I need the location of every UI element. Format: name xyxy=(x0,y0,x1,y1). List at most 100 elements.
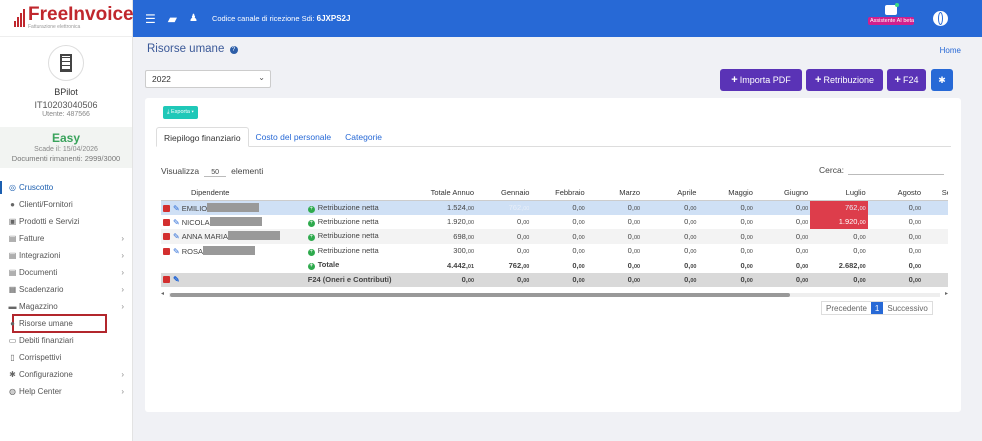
scroll-right-icon[interactable]: ▸ xyxy=(945,290,948,297)
amount-cell[interactable]: 0,00 xyxy=(698,229,755,244)
amount-cell[interactable]: 0,00 xyxy=(531,229,587,244)
sidebar-item-scadenzario[interactable]: ▦ Scadenzario › xyxy=(0,281,132,298)
amount-cell[interactable]: 0,00 xyxy=(476,229,532,244)
tab-categorie[interactable]: Categorie xyxy=(338,127,389,147)
amount-cell[interactable]: 0,00 xyxy=(642,244,698,259)
edit-icon[interactable]: ✎ xyxy=(173,247,180,256)
table-row[interactable]: ✎ NICOLA + Retribuzione netta 1.920,00 0,00 0,… xyxy=(161,214,948,230)
brand-logo[interactable]: FreeInvoice Fatturazione elettronica xyxy=(0,0,134,37)
amount-cell[interactable]: 0,00 xyxy=(755,244,810,259)
bell-icon[interactable]: ♟ xyxy=(189,13,198,24)
amount-cell[interactable]: 0,00 xyxy=(642,215,698,230)
column-header[interactable]: Dipendente xyxy=(161,186,306,201)
pagination-current-page[interactable]: 1 xyxy=(870,302,884,314)
amount-cell[interactable]: 0,00 xyxy=(810,229,868,244)
f24-button[interactable]: + F24 xyxy=(887,69,926,91)
add-circle-icon[interactable]: + xyxy=(307,205,315,213)
amount-cell[interactable]: 0,00 xyxy=(698,200,755,215)
sidebar-item-clienti-fornitori[interactable]: ● Clienti/Fornitori xyxy=(0,196,132,213)
language-globe-icon[interactable] xyxy=(933,11,948,26)
help-icon[interactable]: ? xyxy=(229,46,238,54)
tab-costo-del-personale[interactable]: Costo del personale xyxy=(249,127,339,147)
column-header[interactable]: Aprile xyxy=(642,186,699,201)
table-row[interactable]: ✎ ROSA + Retribuzione netta 300,00 0,00 0,00 0,… xyxy=(161,244,948,259)
edit-icon[interactable]: ✎ xyxy=(173,275,180,284)
export-button[interactable]: ⤓ Esporta ▾ xyxy=(163,106,198,119)
amount-cell[interactable]: 0,00 xyxy=(587,215,642,230)
sidebar-item-configurazione[interactable]: ✱ Configurazione › xyxy=(0,366,132,383)
column-header[interactable]: Totale Annuo xyxy=(417,186,477,201)
horizontal-scrollbar[interactable]: ◂ ▸ xyxy=(161,290,948,298)
sidebar-item-debiti-finanziari[interactable]: ▭ Debiti finanziari xyxy=(0,332,132,349)
table-row[interactable]: ✎ ANNA MARIA + Retribuzione netta 698,00 0,00… xyxy=(161,229,948,244)
column-header[interactable]: Gennaio xyxy=(476,186,532,201)
amount-cell[interactable]: 0,00 xyxy=(868,215,923,230)
amount-cell[interactable]: 0,00 xyxy=(531,244,586,259)
edit-icon[interactable]: ✎ xyxy=(173,232,180,241)
sidebar-item-magazzino[interactable]: ▬ Magazzino › xyxy=(0,298,132,315)
sidebar-item-corrispettivi[interactable]: ▯ Corrispettivi xyxy=(0,349,132,366)
amount-cell[interactable]: 0,00 xyxy=(476,244,531,259)
sidebar-item-cruscotto[interactable]: ◎ Cruscotto xyxy=(0,179,132,196)
amount-cell[interactable]: 0,00 xyxy=(586,200,643,215)
amount-cell[interactable]: 0,00 xyxy=(476,215,531,230)
table-row[interactable]: ✎ EMILIO + Retribuzione netta 1.524,00 762,00… xyxy=(161,200,948,215)
amount-cell[interactable]: 0,00 xyxy=(867,229,924,244)
trash-icon[interactable] xyxy=(163,233,170,241)
search-input[interactable] xyxy=(848,165,945,175)
import-pdf-button[interactable]: + Importa PDF xyxy=(720,69,802,91)
amount-cell[interactable]: 0,00 xyxy=(810,244,867,259)
column-header[interactable]: Settembre xyxy=(923,186,948,201)
sidebar-item-help-center[interactable]: ◍ Help Center › xyxy=(0,383,132,400)
page-length-select[interactable]: 50 xyxy=(204,169,227,177)
column-header[interactable]: Agosto xyxy=(867,186,924,201)
amount-cell[interactable]: 0,00 xyxy=(754,229,811,244)
add-circle-icon[interactable]: + xyxy=(307,248,315,256)
amount-cell[interactable]: 0,00 xyxy=(923,229,948,244)
sidebar-item-documenti[interactable]: ▤ Documenti › xyxy=(0,264,132,281)
pagination-next[interactable]: Successivo xyxy=(883,302,931,314)
amount-cell[interactable]: 0,00 xyxy=(868,244,923,259)
column-header[interactable]: Giugno xyxy=(754,186,811,201)
amount-cell[interactable]: 1.920,00 xyxy=(418,215,477,230)
scroll-left-icon[interactable]: ◂ xyxy=(161,290,164,297)
add-circle-icon[interactable]: + xyxy=(307,234,315,242)
amount-cell[interactable]: 762,00 xyxy=(810,200,868,215)
sidebar-item-prodotti-e-servizi[interactable]: ▣ Prodotti e Servizi xyxy=(0,213,132,230)
trash-icon[interactable] xyxy=(163,204,170,212)
column-header[interactable]: Maggio xyxy=(698,186,755,201)
amount-cell[interactable]: 0,00 xyxy=(754,200,811,215)
amount-cell[interactable]: 0,00 xyxy=(698,215,754,230)
amount-cell[interactable]: 762,00 xyxy=(476,200,532,215)
edit-icon[interactable]: ✎ xyxy=(173,204,180,213)
amount-cell[interactable]: 0,00 xyxy=(531,200,587,215)
year-select[interactable]: 2022 ⌄ xyxy=(145,70,271,88)
amount-cell[interactable]: 0,00 xyxy=(867,200,924,215)
retribuzione-button[interactable]: + Retribuzione xyxy=(806,69,883,91)
amount-cell[interactable]: 0,00 xyxy=(587,244,642,259)
amount-cell[interactable]: 1.524,00 xyxy=(417,200,477,215)
amount-cell[interactable]: 0,00 xyxy=(642,200,699,215)
sidebar-item-fatture[interactable]: ▤ Fatture › xyxy=(0,230,132,247)
sidebar-item-risorse-umane[interactable]: ● Risorse umane xyxy=(10,314,107,333)
amount-cell[interactable]: 0,00 xyxy=(923,200,948,215)
pagination-previous[interactable]: Precedente xyxy=(822,302,871,314)
amount-cell[interactable]: 0,00 xyxy=(923,215,948,230)
trash-icon[interactable] xyxy=(163,276,170,284)
chat-icon[interactable]: ▰ xyxy=(168,12,177,26)
amount-cell[interactable]: 0,00 xyxy=(698,244,754,259)
amount-cell[interactable]: 1.920,00 xyxy=(810,214,868,229)
amount-cell[interactable]: 0,00 xyxy=(531,215,586,230)
amount-cell[interactable]: 0,00 xyxy=(923,244,948,259)
column-header[interactable] xyxy=(305,186,418,201)
column-header[interactable]: Luglio xyxy=(810,186,868,201)
settings-button[interactable]: ✱ xyxy=(931,69,953,91)
hamburger-menu-icon[interactable]: ☰ xyxy=(145,12,156,26)
amount-cell[interactable]: 0,00 xyxy=(755,215,810,230)
amount-cell[interactable]: 0,00 xyxy=(642,229,699,244)
add-circle-icon[interactable]: + xyxy=(307,219,315,227)
trash-icon[interactable] xyxy=(163,218,170,226)
column-header[interactable]: Marzo xyxy=(586,186,643,201)
amount-cell[interactable]: 0,00 xyxy=(586,229,643,244)
edit-icon[interactable]: ✎ xyxy=(173,218,180,227)
